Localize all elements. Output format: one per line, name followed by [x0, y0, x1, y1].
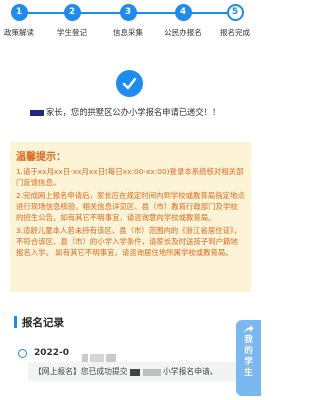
- step-4-label: 公民办报名: [164, 28, 202, 37]
- record-item[interactable]: 【网上报名】您已成功提交 小学报名申请。: [28, 362, 238, 381]
- notice-item-3: 3.适龄儿童本人若未持有该区、县（市）范围内的《浙江省居住证》，不符合该区、县（…: [16, 226, 242, 257]
- records-title: 报名记录: [22, 317, 64, 329]
- my-students-tab[interactable]: 我的学生: [236, 320, 261, 396]
- step-2-label: 学生登记: [57, 28, 87, 37]
- record-text-tail: 小学报名申请。: [163, 367, 218, 376]
- redacted-school: [130, 368, 141, 376]
- section-title-marker: [14, 316, 17, 328]
- step-1-label: 政策解读: [4, 28, 34, 37]
- notice-item-1: 1.请于xx月xx日-xx月xx日(每日xx:00-xx:00)登录本系统核对相…: [16, 167, 244, 187]
- success-message: 家长，您的拱墅区公办小学报名申请已递交！！: [46, 107, 221, 117]
- success-message-row: 家长，您的拱墅区公办小学报名申请已递交！！: [30, 106, 250, 118]
- step-3-label: 信息采集: [113, 28, 143, 37]
- redacted-name: [30, 109, 44, 116]
- check-icon: [116, 70, 143, 97]
- step-1: 1 政策解读: [0, 4, 44, 38]
- redacted-date: [82, 348, 130, 363]
- step-4: 4 公民办报名: [158, 4, 208, 38]
- timeline-dot: [18, 349, 27, 358]
- redacted-school-blur: [142, 368, 161, 376]
- step-3: 3 信息采集: [103, 4, 153, 38]
- step-5-label: 报名完成: [220, 28, 250, 37]
- notice-title: 温馨提示：: [16, 152, 66, 163]
- step-1-number: 1: [10, 4, 28, 21]
- notice-box: 温馨提示： 1.请于xx月xx日-xx月xx日(每日xx:00-xx:00)登录…: [10, 142, 251, 292]
- record-text: 【网上报名】您已成功提交: [34, 367, 128, 376]
- step-4-number: 4: [174, 4, 192, 21]
- step-5: 5 报名完成: [210, 4, 260, 38]
- step-5-number: 5: [226, 4, 244, 21]
- my-students-label: 我的学生: [244, 335, 253, 378]
- step-2-number: 2: [63, 4, 81, 21]
- progress-steps: 1 政策解读 2 学生登记 3 信息采集 4 公民办报名 5 报名完成: [0, 0, 261, 56]
- record-date: 2022-0: [34, 348, 70, 358]
- notice-item-2: 2.完成网上报名申请后，家长应在规定时间内到学校或教育局指定地点进行现场信息核验…: [16, 191, 245, 222]
- step-2: 2 学生登记: [47, 4, 97, 38]
- step-3-number: 3: [119, 4, 137, 21]
- share-arrow-icon: [244, 325, 254, 333]
